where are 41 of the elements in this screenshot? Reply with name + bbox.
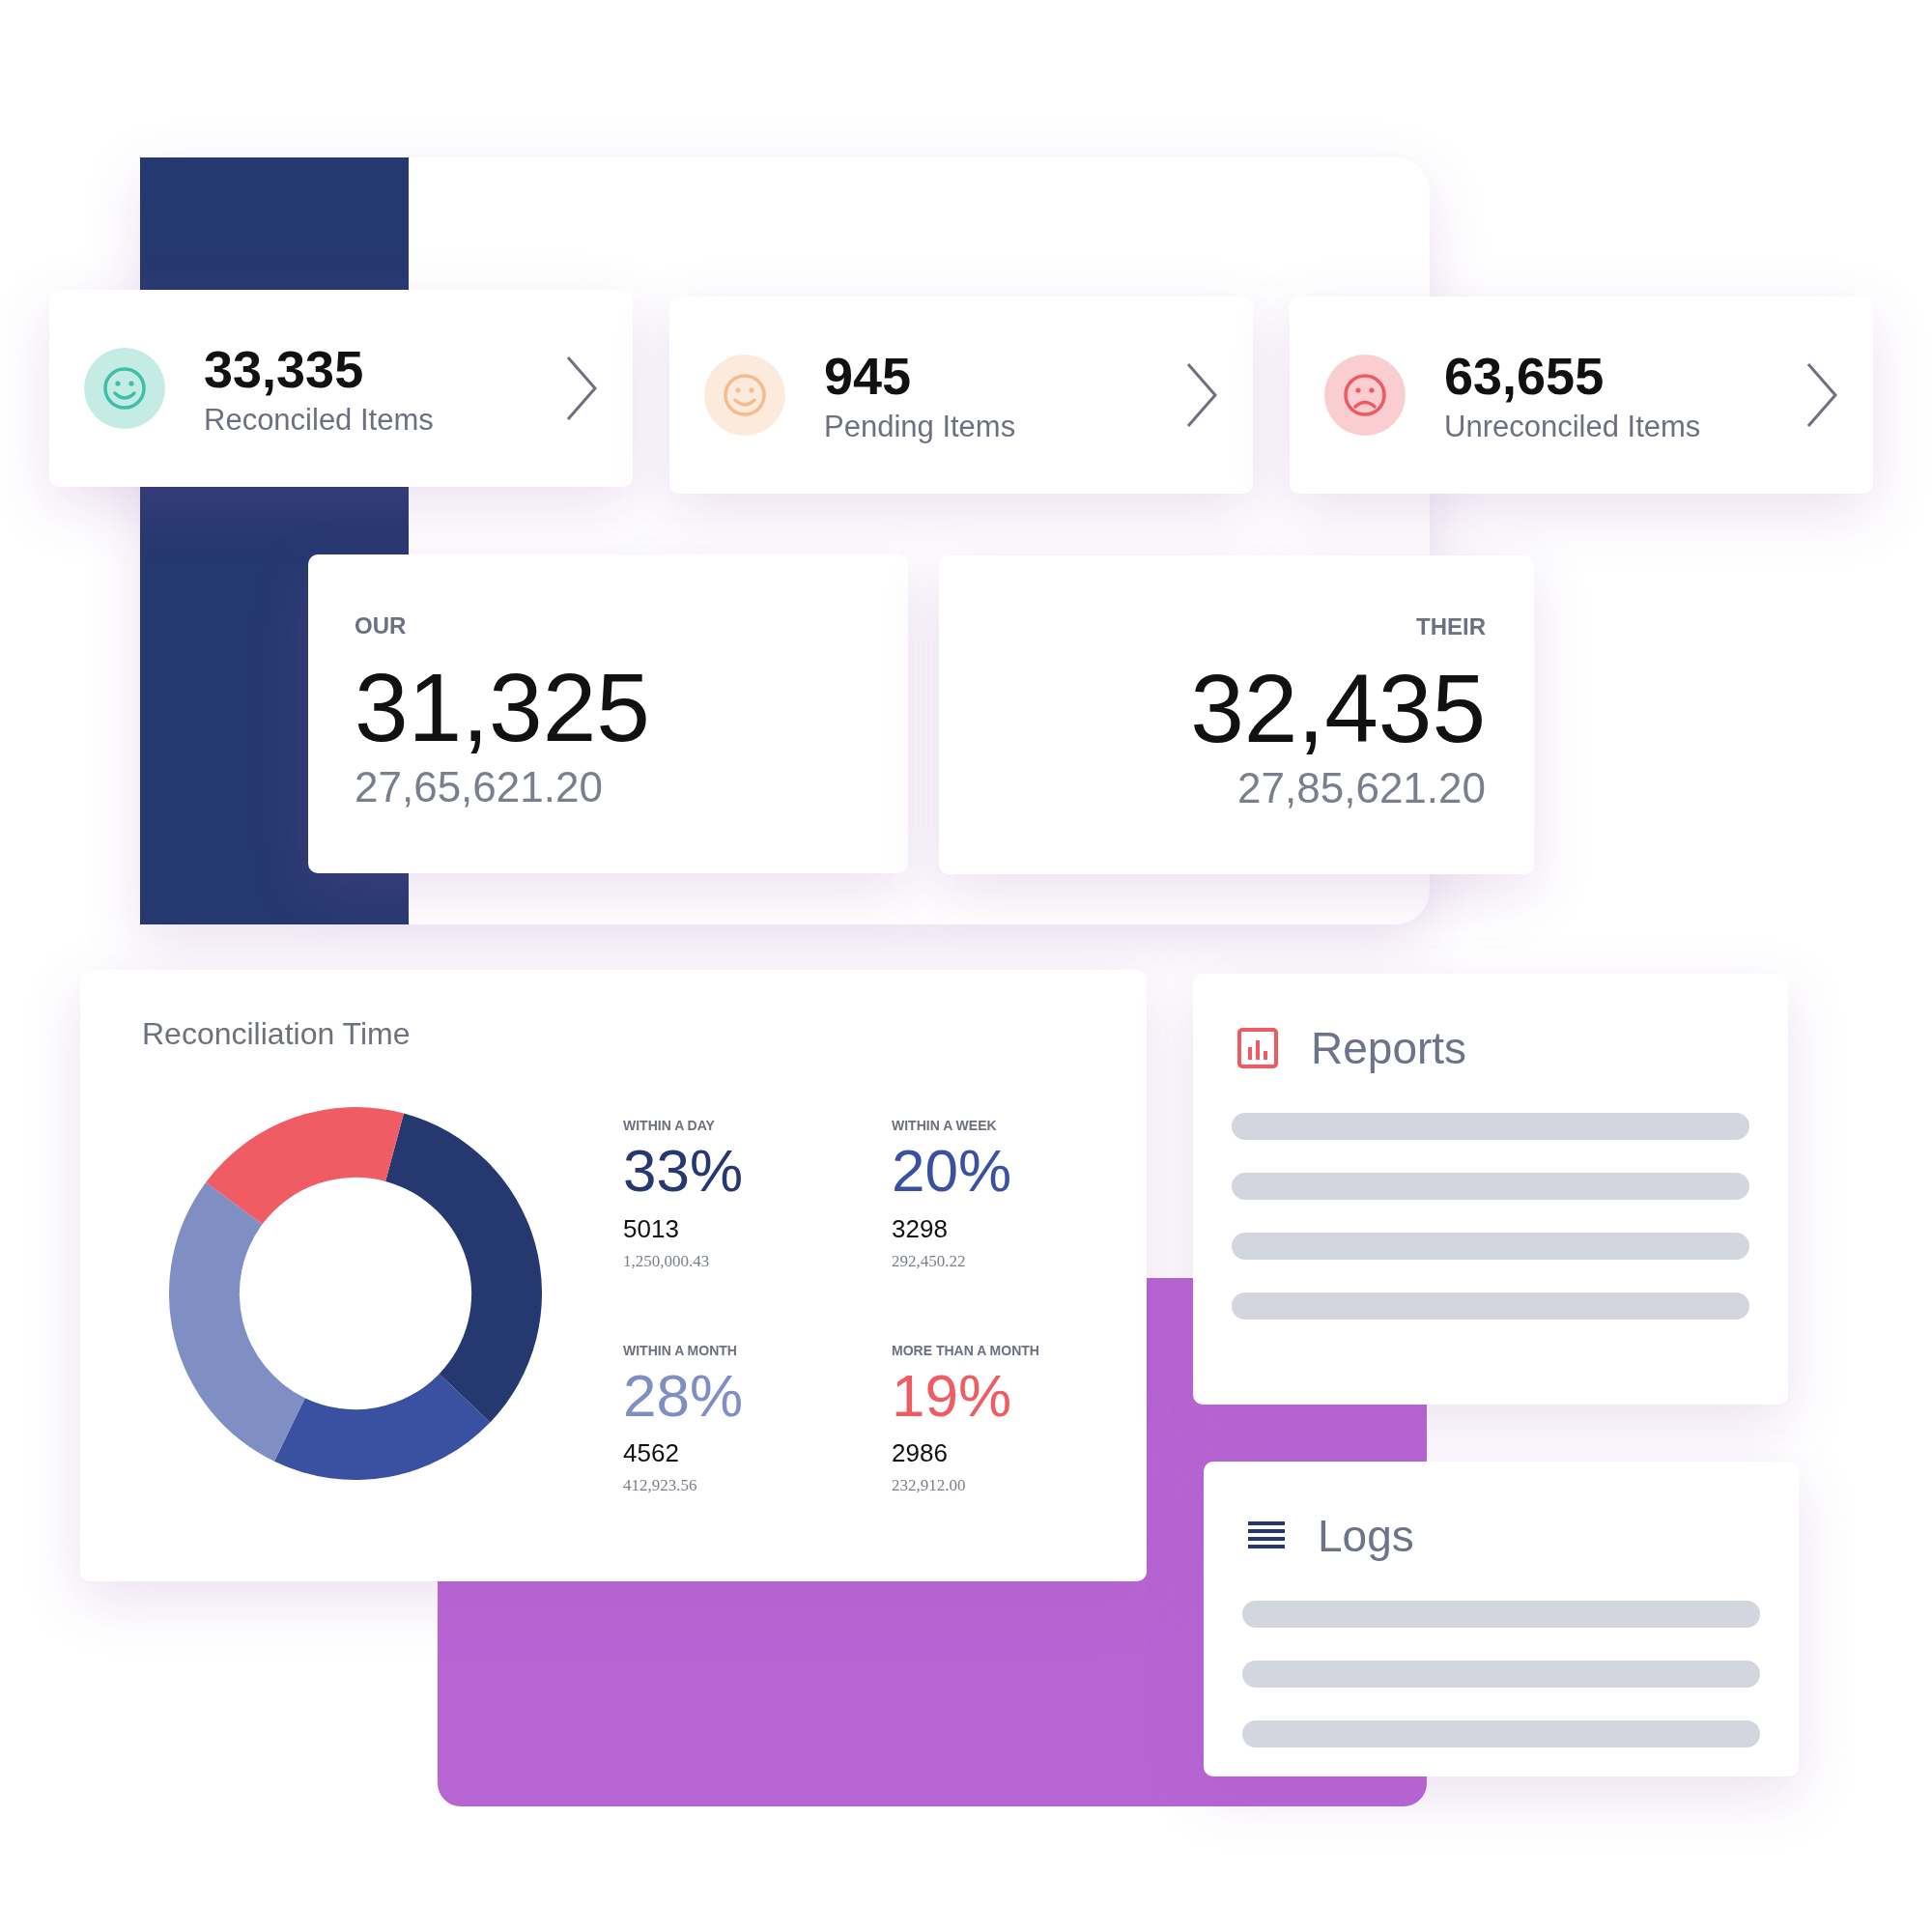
stat-percent: 28% <box>623 1360 745 1431</box>
stat-heading: WITHIN A DAY <box>623 1118 716 1133</box>
summary-card[interactable]: 945 Pending Items <box>669 297 1253 494</box>
total-amount: 27,65,621.20 <box>355 763 603 811</box>
card-title: Logs <box>1318 1510 1414 1562</box>
stat-heading: WITHIN A MONTH <box>623 1342 738 1358</box>
summary-value: 33,335 <box>204 339 365 399</box>
summary-label: Pending Items <box>824 410 1017 444</box>
stat-percent: 19% <box>892 1360 1013 1431</box>
summary-label: Reconciled Items <box>204 403 435 438</box>
stat-amount: 1,250,000.43 <box>623 1251 711 1271</box>
summary-value: 945 <box>824 346 913 406</box>
stat-count: 5013 <box>623 1213 680 1244</box>
stat-heading: MORE THAN A MONTH <box>892 1342 1040 1358</box>
total-count: 32,435 <box>1190 660 1486 756</box>
stat-amount: 412,923.56 <box>623 1476 698 1495</box>
stat-amount: 292,450.22 <box>892 1251 967 1271</box>
chevron-right-icon[interactable] <box>1185 361 1218 429</box>
stat-count: 2986 <box>892 1438 949 1468</box>
stat-percent: 20% <box>892 1136 1013 1206</box>
logs-card[interactable]: Logs <box>1204 1462 1799 1776</box>
summary-label: Unreconciled Items <box>1444 410 1702 444</box>
summary-card[interactable]: 33,335 Reconciled Items <box>49 290 633 487</box>
stat-amount: 232,912.00 <box>892 1476 967 1495</box>
summary-card[interactable]: 63,655 Unreconciled Items <box>1290 297 1873 494</box>
stat-percent: 33% <box>623 1136 745 1206</box>
chevron-right-icon[interactable] <box>565 355 598 422</box>
total-amount: 27,85,621.20 <box>1237 764 1486 812</box>
stat-count: 3298 <box>892 1213 949 1244</box>
reports-card[interactable]: Reports <box>1193 974 1788 1405</box>
bar-chart-icon <box>1237 1028 1278 1068</box>
summary-value: 63,655 <box>1444 346 1605 406</box>
card-title: Reports <box>1311 1022 1467 1074</box>
total-heading: THEIR <box>1416 613 1486 640</box>
stat-count: 4562 <box>623 1438 680 1468</box>
chevron-right-icon[interactable] <box>1805 361 1838 429</box>
card-title: Reconciliation Time <box>142 1016 411 1051</box>
list-icon <box>1248 1521 1285 1550</box>
stat-heading: WITHIN A WEEK <box>892 1118 998 1133</box>
total-heading: OUR <box>355 612 407 639</box>
total-count: 31,325 <box>355 659 650 755</box>
